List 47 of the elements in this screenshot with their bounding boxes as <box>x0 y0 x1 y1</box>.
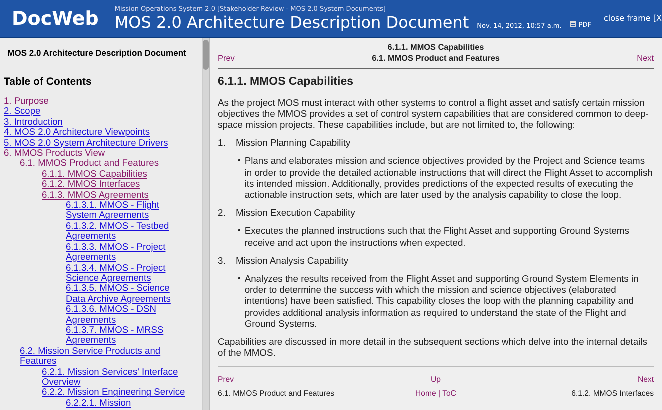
toc-link[interactable]: 6.2. Mission Service Products and Features <box>20 346 190 367</box>
list-number: 2. <box>218 207 227 218</box>
section-heading: 6.1.1. MMOS Capabilities <box>218 77 354 89</box>
toc-link[interactable]: 6.1.3.6. MMOS - DSN Agreements <box>66 304 190 325</box>
toc-entry[interactable]: 6.1. MMOS Product and Features <box>20 158 190 169</box>
toc-link[interactable]: 4. MOS 2.0 Architecture Viewpoints <box>4 127 190 138</box>
list-number: 1. <box>218 137 227 148</box>
toc-heading: Table of Contents <box>4 76 93 88</box>
toc-entry[interactable]: 6. MMOS Products View <box>4 148 190 158</box>
document-title: MOS 2.0 Architecture Description Document <box>6 48 188 58</box>
close-frame-link[interactable]: close frame [X <box>604 14 662 23</box>
toc-link[interactable]: 2. Scope <box>4 106 190 117</box>
scrollbar-thumb[interactable] <box>203 40 209 70</box>
bullet-marker: • <box>238 155 241 168</box>
prev-link[interactable]: Prev <box>218 53 278 64</box>
toc-link[interactable]: 6.2.2. Mission Engineering Service <box>42 387 190 398</box>
logo: DocWeb <box>12 8 99 30</box>
capability-title: Mission Execution Capability <box>236 207 356 218</box>
paragraph: Capabilities are discussed in more detail in the subsequent sections which delve into the internal details of the MMOS. <box>218 336 648 358</box>
toc-link[interactable]: 6.1.2. MMOS Interfaces <box>42 179 190 190</box>
toc-entry[interactable]: 1. Purpose <box>4 96 190 106</box>
next-link[interactable]: Next <box>594 53 654 64</box>
bullet-text: Analyzes the results received from the Flight Asset and supporting Ground System Elements in order to determine the success with which the mission and science objectives (elaborated intentions) have been satisfied. This capability closes the loop with the planning capability and provides additional analysis information as required to understand the state of the Flight and Ground Systems. <box>244 273 640 330</box>
capability-title: Mission Analysis Capability <box>236 254 349 266</box>
toc-link[interactable]: 6.1.3.4. MMOS - Project Science Agreements <box>66 262 190 284</box>
toc-link[interactable]: 6.2.2.1. Mission <box>66 398 190 408</box>
toc-link[interactable]: 6.1.3.1. MMOS - Flight System Agreements <box>66 200 190 221</box>
paragraph: As the project MOS must interact with other systems to control a flight asset and satisfy certain mission objectives the MMOS provides a set of control system capabilities that are considered common to deep-space mission projects. These capabilities include, but are not limited to, the following: <box>218 96 650 130</box>
toc-link[interactable]: 6.1.3.5. MMOS - Science Data Archive Agreements <box>66 283 190 304</box>
document-icon <box>570 21 577 28</box>
toc-link[interactable]: 6.1.1. MMOS Capabilities <box>42 168 190 180</box>
bullet-marker: • <box>238 225 241 238</box>
section-title: 6.1.1. MMOS Capabilities <box>386 42 486 54</box>
list-number: 3. <box>218 254 227 266</box>
toc-link[interactable]: 6.1.3. MMOS Agreements <box>42 190 190 200</box>
toc-link[interactable]: 6.2.1. Mission Services' Interface Overview <box>42 366 190 388</box>
toc-link[interactable]: 6.1.3.7. MMOS - MRSS Agreements <box>66 324 190 346</box>
bullet-marker: • <box>238 273 241 286</box>
bullet-text: Executes the planned instructions such that the Flight Asset and supporting Ground Systems receive and act upon the instructions when expected. <box>244 225 630 248</box>
toc-link[interactable]: 5. MOS 2.0 System Architecture Drivers <box>4 138 190 148</box>
toc-link[interactable]: 3. Introduction <box>4 116 190 128</box>
capability-title: Mission Planning Capability <box>236 137 351 148</box>
toc-link[interactable]: 6.1.3.3. MMOS - Project Agreements <box>66 242 190 262</box>
toc-link[interactable]: 6.1.3.2. MMOS - Testbed Agreements <box>66 220 190 242</box>
document-title: MOS 2.0 Architecture Description Document <box>114 13 470 32</box>
bullet-text: Plans and elaborates mission and science objectives provided by the Project and Science teams in order to provide the detailed actionable instructions that will direct the Flight Asset to accomplish its intended mission. Additionally, provides predictions of the expected results of executing the actionable instruction sets, which are later used by the analysis capability to close the loop. <box>244 155 654 200</box>
parent-title: 6.1. MMOS Product and Features <box>371 53 501 64</box>
